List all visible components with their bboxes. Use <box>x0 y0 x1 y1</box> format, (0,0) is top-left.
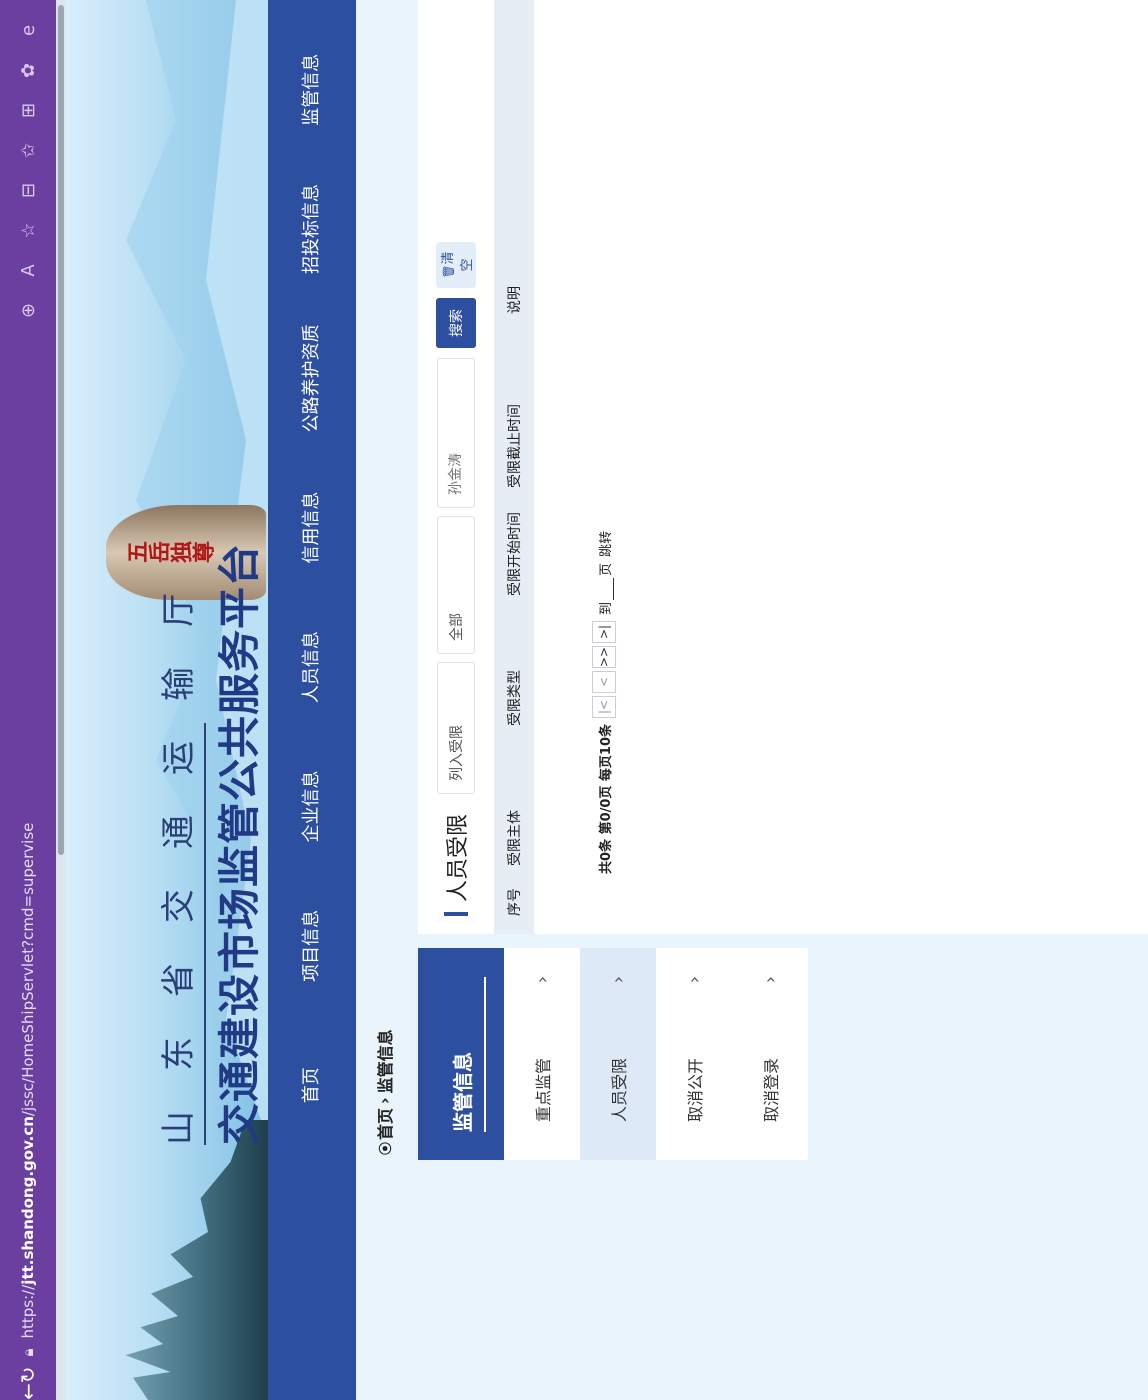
goto-prefix: 到 <box>598 601 614 615</box>
col-notes: 说明 <box>507 286 523 314</box>
horizontal-scrollbar[interactable] <box>56 0 66 1400</box>
panel-title: 人员受限 <box>446 813 471 902</box>
sidebar-item-label: 取消公开 <box>686 1057 705 1122</box>
platform-title: 交通建设市场监管公共服务平台 <box>215 542 264 1145</box>
nav-projects[interactable]: 项目信息 <box>268 896 356 995</box>
nav-companies[interactable]: 企业信息 <box>268 757 356 856</box>
nav-road-maintenance[interactable]: 公路养护资质 <box>268 319 356 438</box>
reload-icon[interactable]: ↻ <box>0 1366 56 1383</box>
sidebar-item-label: 人员受限 <box>610 1057 629 1122</box>
sidebar-item-cancel-public[interactable]: 取消公开 › <box>656 948 732 1160</box>
first-page-button[interactable]: |< <box>592 695 616 718</box>
org-title: 山东省交通运输厅 <box>159 553 199 1145</box>
more-menu-icon[interactable]: … <box>0 0 56 10</box>
next-page-button[interactable]: >> <box>592 645 616 668</box>
url-host: jtt.shandong.gov.cn <box>19 1116 37 1285</box>
sidebar-item-key-supervision[interactable]: 重点监管 › <box>504 948 580 1160</box>
restriction-type-select[interactable]: 全部 <box>437 515 475 654</box>
goto-suffix: 页 <box>598 562 614 576</box>
col-index: 序号 <box>507 888 523 916</box>
restriction-status-value: 列入受限 <box>449 724 465 781</box>
jump-button[interactable]: 跳转 <box>595 531 614 557</box>
pagination-summary: 共0条 第0/0页 每页10条 <box>598 723 614 874</box>
search-button[interactable]: 搜索 <box>436 297 476 348</box>
main-nav: 首页 项目信息 企业信息 人员信息 信用信息 公路养护资质 招投标信息 监管信息 <box>268 0 356 1400</box>
chevron-right-icon: › <box>607 976 629 984</box>
panel-header: 人员受限 列入受限 全部 搜索 🗑︎清空 <box>418 0 494 934</box>
lock-icon: 🔒︎ <box>19 1348 37 1357</box>
chevron-right-icon: › <box>759 976 781 984</box>
scrollbar-thumb[interactable] <box>58 5 64 855</box>
zoom-icon[interactable]: ⊕ <box>0 290 56 330</box>
sidebar-item-cancel-login[interactable]: 取消登录 › <box>732 948 808 1160</box>
favorite-star-icon[interactable]: ☆ <box>0 210 56 250</box>
url-path: /jssc/HomeShipServlet?cmd=supervise <box>19 822 37 1117</box>
page-number-input[interactable] <box>594 577 614 600</box>
col-end-time: 受限截止时间 <box>507 404 523 488</box>
chevron-right-icon: › <box>683 976 705 984</box>
sidebar-item-label: 重点监管 <box>534 1057 553 1122</box>
pagination: 共0条 第0/0页 每页10条 |< < >> >| 到 页 跳转 <box>592 531 616 874</box>
breadcrumb-current: 监管信息 <box>376 1029 395 1094</box>
collections-icon[interactable]: ⊞ <box>0 90 56 130</box>
trash-icon: 🗑︎ <box>443 264 455 279</box>
sidebar-item-label: 取消登录 <box>762 1057 781 1122</box>
col-type: 受限类型 <box>507 670 523 726</box>
browser-toolbar: ← ↻ 🔒︎ https:// jtt.shandong.gov.cn /jss… <box>0 0 56 1400</box>
split-screen-icon[interactable]: ⊟ <box>0 170 56 210</box>
nav-bidding[interactable]: 招投标信息 <box>268 169 356 288</box>
content-panel: 人员受限 列入受限 全部 搜索 🗑︎清空 序号 受限主体 受限类型 受限开始时间… <box>418 0 1148 934</box>
header-banner: 五岳独尊 山东省交通运输厅 交通建设市场监管公共服务平台 <box>66 0 268 1400</box>
extensions-icon[interactable]: ✿ <box>0 50 56 90</box>
col-start-time: 受限开始时间 <box>507 512 523 596</box>
address-bar[interactable]: 🔒︎ https:// jtt.shandong.gov.cn /jssc/Ho… <box>10 210 46 1360</box>
nav-personnel[interactable]: 人员信息 <box>268 617 356 716</box>
breadcrumb-separator: › <box>374 1097 394 1104</box>
prev-page-button[interactable]: < <box>592 670 616 693</box>
location-pin-icon: ⦿ <box>378 1141 394 1155</box>
name-search-input[interactable] <box>437 357 475 508</box>
breadcrumb: ⦿ 首页 › 监管信息 <box>372 1029 396 1155</box>
url-prefix: https:// <box>19 1284 37 1339</box>
nav-supervision[interactable]: 监管信息 <box>268 40 356 139</box>
back-arrow-icon[interactable]: ← <box>0 1383 56 1400</box>
sidebar-item-personnel-restricted[interactable]: 人员受限 › <box>580 948 656 1160</box>
breadcrumb-home[interactable]: 首页 <box>372 1108 396 1140</box>
edge-icon[interactable]: e <box>0 10 56 50</box>
restriction-status-select[interactable]: 列入受限 <box>437 661 475 794</box>
favorites-icon[interactable]: ✩ <box>0 130 56 170</box>
sidebar: 监管信息 重点监管 › 人员受限 › 取消公开 › 取消登录 › <box>418 948 808 1160</box>
sidebar-header: 监管信息 <box>418 948 504 1160</box>
restriction-type-value: 全部 <box>449 612 465 641</box>
clear-button[interactable]: 🗑︎清空 <box>436 241 476 288</box>
col-subject: 受限主体 <box>507 810 523 866</box>
read-aloud-icon[interactable]: A <box>0 250 56 290</box>
last-page-button[interactable]: >| <box>592 620 616 643</box>
chevron-right-icon: › <box>531 976 553 984</box>
title-accent-bar <box>444 912 468 916</box>
nav-home[interactable]: 首页 <box>268 1036 356 1135</box>
table-header: 序号 受限主体 受限类型 受限开始时间 受限截止时间 说明 <box>494 0 534 934</box>
nav-credit[interactable]: 信用信息 <box>268 478 356 577</box>
